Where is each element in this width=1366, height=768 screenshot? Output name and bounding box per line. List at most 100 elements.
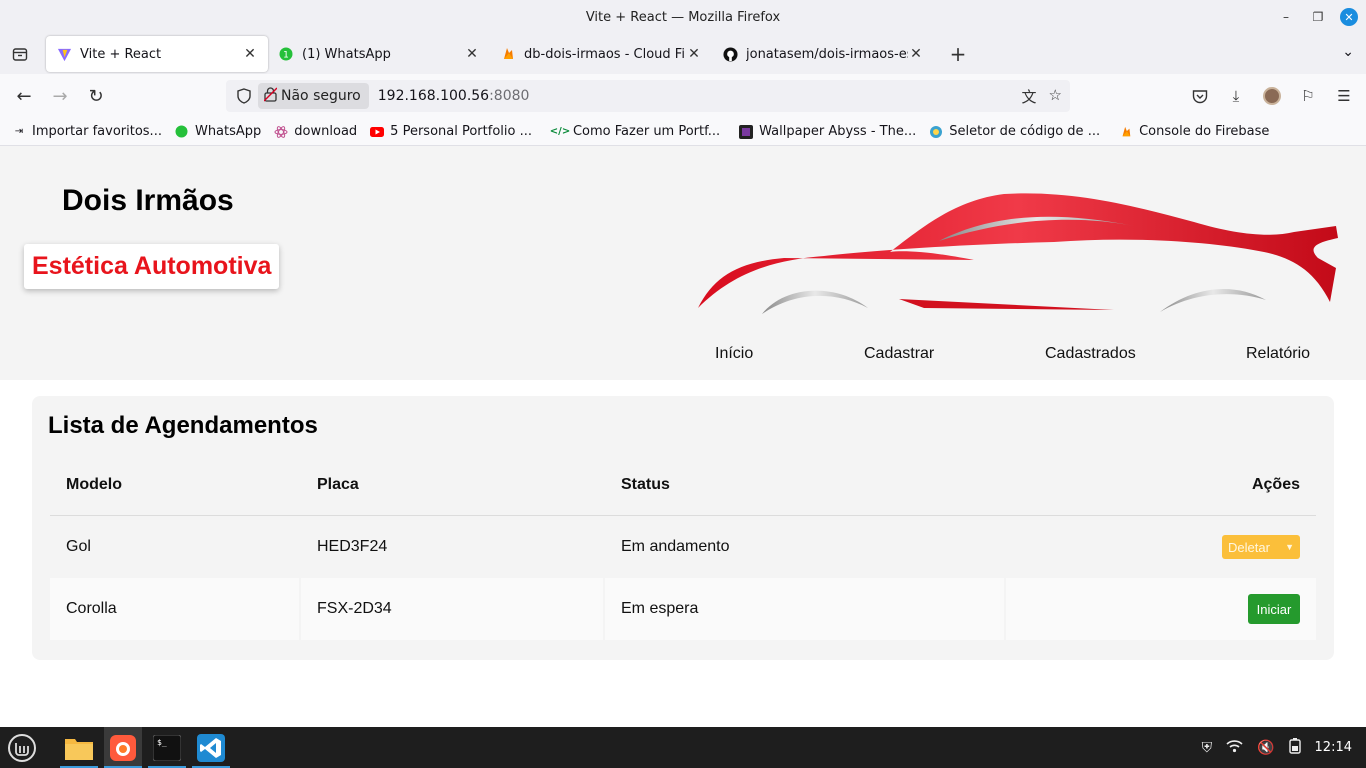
github-icon <box>722 46 738 62</box>
minimize-icon[interactable]: – <box>1276 7 1296 27</box>
pocket-icon[interactable] <box>1188 80 1212 112</box>
nav-link-relatorio[interactable]: Relatório <box>1246 345 1310 363</box>
close-window-icon[interactable]: ✕ <box>1340 8 1358 26</box>
bookmark-como-fazer[interactable]: </> Como Fazer um Portf... <box>549 124 721 140</box>
menu-hamburger-icon[interactable]: ☰ <box>1332 80 1356 112</box>
bookmark-import[interactable]: ⇥ Importar favoritos... <box>11 124 162 140</box>
system-tray: ⛨ 🔇 12:14 <box>1202 727 1352 768</box>
url-port: :8080 <box>489 88 530 104</box>
tab-label: Vite + React <box>80 46 162 62</box>
card-title: Lista de Agendamentos <box>48 412 318 439</box>
code-icon: </> <box>549 126 571 137</box>
whatsapp-icon <box>174 124 190 140</box>
forward-arrow-icon[interactable]: → <box>44 80 76 112</box>
firefox-app-icon[interactable] <box>104 727 142 768</box>
clock[interactable]: 12:14 <box>1315 740 1352 755</box>
reload-icon[interactable]: ↻ <box>80 80 112 112</box>
bookmark-star-icon[interactable]: ☆ <box>1049 86 1062 107</box>
tab-label: jonatasem/dois-irmaos-estet <box>746 46 908 62</box>
cell-placa: HED3F24 <box>317 538 388 555</box>
table-header-row: Modelo Placa Status Ações <box>50 454 1316 516</box>
bookmark-label: Seletor de código de ... <box>949 124 1101 139</box>
page-content: Dois Irmãos Estética Automotiva Início C… <box>0 146 1366 727</box>
chevron-down-icon[interactable]: ⌄ <box>1342 44 1354 60</box>
tab-overview-icon[interactable] <box>2 36 38 72</box>
table-row: Gol HED3F24 Em andamento Deletar ▼ <box>50 516 1316 578</box>
battery-icon[interactable] <box>1288 737 1301 758</box>
window-controls: – ❐ ✕ <box>1276 7 1358 27</box>
bookmark-label: Como Fazer um Portf... <box>572 124 721 139</box>
close-tab-icon[interactable]: ✕ <box>908 46 924 62</box>
column-header-status: Status <box>621 475 670 493</box>
shield-icon[interactable] <box>230 88 258 104</box>
bookmark-download[interactable]: download <box>273 124 357 140</box>
cell-status: Em andamento <box>621 538 730 555</box>
color-picker-icon <box>928 124 944 140</box>
navigation-toolbar: ← → ↻ Não seguro 192.168.100.56:8080 文 ☆… <box>0 74 1366 118</box>
bookmark-portfolio[interactable]: 5 Personal Portfolio ... <box>369 124 532 140</box>
close-tab-icon[interactable]: ✕ <box>242 46 258 62</box>
bookmarks-toolbar: ⇥ Importar favoritos... WhatsApp download… <box>0 118 1366 146</box>
tab-whatsapp[interactable]: 1 (1) WhatsApp ✕ <box>268 36 490 72</box>
table-row: Corolla FSX-2D34 Em espera Iniciar <box>50 578 1316 640</box>
svg-text:$_: $_ <box>157 738 167 747</box>
column-header-acoes: Ações <box>1251 475 1300 493</box>
cell-acoes: Deletar ▼ <box>1006 516 1316 578</box>
delete-button-label: Deletar <box>1228 539 1270 555</box>
url-host: 192.168.100.56 <box>377 88 490 104</box>
close-tab-icon[interactable]: ✕ <box>686 46 702 62</box>
close-tab-icon[interactable]: ✕ <box>464 46 480 62</box>
insecure-lock-icon <box>263 86 278 106</box>
vscode-app-icon[interactable] <box>192 727 230 768</box>
tab-label: db-dois-irmaos - Cloud Firest <box>524 46 686 62</box>
translate-icon[interactable]: 文 <box>1022 86 1037 107</box>
column-header-modelo: Modelo <box>66 475 122 493</box>
brand-subtitle: Estética Automotiva <box>24 244 280 289</box>
update-shield-icon[interactable]: ⛨ <box>1202 740 1213 756</box>
import-icon: ⇥ <box>14 126 24 137</box>
firebase-icon <box>500 46 516 62</box>
url-bar[interactable]: Não seguro 192.168.100.56:8080 文 ☆ <box>226 80 1070 112</box>
bookmark-seletor[interactable]: Seletor de código de ... <box>928 124 1100 140</box>
security-indicator[interactable]: Não seguro <box>258 83 369 109</box>
firebase-icon <box>1118 124 1134 140</box>
start-button[interactable]: Iniciar <box>1248 594 1300 624</box>
nav-link-cadastrados[interactable]: Cadastrados <box>1045 345 1136 363</box>
car-logo-image <box>698 193 1338 314</box>
new-tab-icon[interactable]: + <box>942 38 974 70</box>
files-app-icon[interactable] <box>60 727 98 768</box>
cell-placa: FSX-2D34 <box>301 578 605 640</box>
column-header-placa: Placa <box>317 475 359 493</box>
youtube-icon <box>369 124 385 140</box>
security-label: Não seguro <box>281 88 361 104</box>
restore-icon[interactable]: ❐ <box>1308 7 1328 27</box>
cell-acoes: Iniciar <box>1006 578 1316 640</box>
nav-link-cadastrar[interactable]: Cadastrar <box>864 345 934 363</box>
tab-vite-react[interactable]: Vite + React ✕ <box>46 36 268 72</box>
tab-github[interactable]: jonatasem/dois-irmaos-estet ✕ <box>712 36 934 72</box>
window-title: Vite + React — Mozilla Firefox <box>585 9 781 25</box>
wifi-icon[interactable] <box>1226 739 1243 757</box>
bookmark-wallpaper[interactable]: Wallpaper Abyss - The... <box>738 124 916 140</box>
bookmark-label: download <box>294 124 358 139</box>
terminal-app-icon[interactable]: $_ <box>148 727 186 768</box>
nav-link-inicio[interactable]: Início <box>715 345 753 363</box>
bookmark-firebase-console[interactable]: Console do Firebase <box>1118 124 1269 140</box>
mint-menu-icon[interactable] <box>0 727 44 768</box>
downloads-icon[interactable]: ⤓ <box>1224 80 1248 112</box>
agendamentos-card: Lista de Agendamentos Modelo Placa Statu… <box>32 396 1334 660</box>
bookmark-label: 5 Personal Portfolio ... <box>390 124 532 139</box>
account-avatar[interactable] <box>1260 80 1284 112</box>
tab-firebase[interactable]: db-dois-irmaos - Cloud Firest ✕ <box>490 36 712 72</box>
back-arrow-icon[interactable]: ← <box>8 80 40 112</box>
delete-button[interactable]: Deletar ▼ <box>1222 535 1300 559</box>
bookmark-label: WhatsApp <box>194 124 262 139</box>
url-text[interactable]: 192.168.100.56:8080 <box>378 88 530 104</box>
bookmark-label: Console do Firebase <box>1139 124 1270 139</box>
extensions-icon[interactable]: ⚐ <box>1296 80 1320 112</box>
volume-muted-icon[interactable]: 🔇 <box>1257 740 1274 756</box>
agendamentos-table: Modelo Placa Status Ações Gol HED3F24 Em… <box>50 454 1316 640</box>
tab-label: (1) WhatsApp <box>302 46 391 62</box>
bookmark-whatsapp[interactable]: WhatsApp <box>174 124 261 140</box>
avatar <box>1263 87 1281 105</box>
